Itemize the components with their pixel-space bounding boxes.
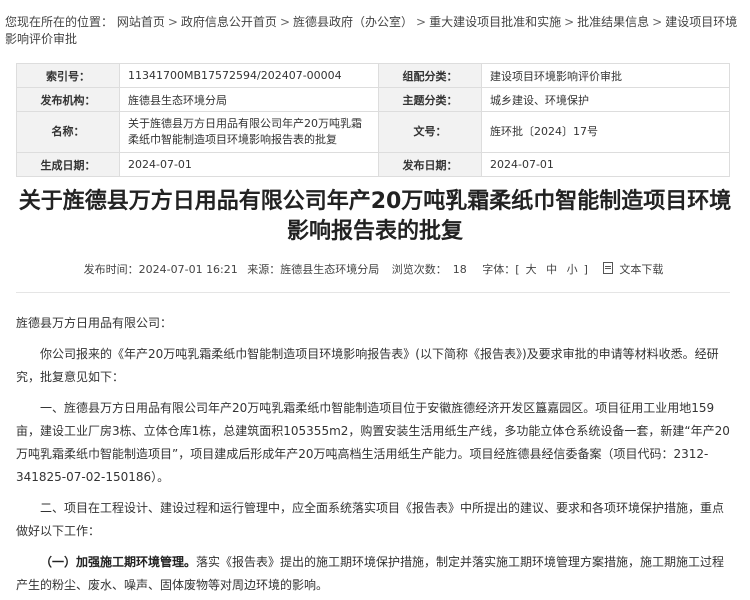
text-download-button[interactable]: 文本下载 xyxy=(600,262,666,276)
published-date-value: 2024-07-01 xyxy=(481,152,730,177)
document-meta-table: 索引号： 11341700MB17572594/202407-00004 组配分… xyxy=(16,63,730,177)
breadcrumb-prefix: 您现在所在的位置： xyxy=(5,15,114,29)
created-date-label: 生成日期： xyxy=(16,152,120,177)
name-value: 关于旌德县万方日用品有限公司年产20万吨乳霜柔纸巾智能制造项目环境影响报告表的批… xyxy=(118,111,380,153)
breadcrumb-separator: > xyxy=(416,15,427,29)
breadcrumb-separator: > xyxy=(167,15,178,29)
body-paragraph: 你公司报来的《年产20万吨乳霜柔纸巾智能制造项目环境影响报告表》(以下简称《报告… xyxy=(16,347,719,384)
breadcrumb-link-county-gov[interactable]: 旌德县政府（办公室） xyxy=(293,15,413,29)
article-body: 旌德县万方日用品有限公司： 你公司报来的《年产20万吨乳霜柔纸巾智能制造项目环境… xyxy=(16,312,730,597)
divider xyxy=(16,292,730,293)
created-date-value: 2024-07-01 xyxy=(118,152,380,177)
article-source: 来源：旌德县生态环境分局 xyxy=(247,263,380,276)
font-size-large-button[interactable]: 大 xyxy=(526,263,537,276)
breadcrumb-separator: > xyxy=(279,15,290,29)
topic-label: 主题分类： xyxy=(378,87,482,112)
meta-row: 索引号： 11341700MB17572594/202407-00004 组配分… xyxy=(16,63,730,88)
view-count-label: 浏览次数： xyxy=(391,263,447,276)
text-download-label: 文本下载 xyxy=(619,263,664,276)
breadcrumb-link-gov-info[interactable]: 政府信息公开首页 xyxy=(181,15,277,29)
breadcrumb-link-approval-results[interactable]: 批准结果信息 xyxy=(577,15,649,29)
topic-value: 城乡建设、环境保护 xyxy=(481,87,730,112)
breadcrumb: 您现在所在的位置： 网站首页 > 政府信息公开首页 > 旌德县政府（办公室） > 重大建设项… xyxy=(5,14,740,48)
docno-value: 旌环批〔2024〕17号 xyxy=(481,111,730,153)
salutation: 旌德县万方日用品有限公司： xyxy=(16,316,173,330)
article-title: 关于旌德县万方日用品有限公司年产20万吨乳霜柔纸巾智能制造项目环境影响报告表的批… xyxy=(18,189,732,244)
category-label: 组配分类： xyxy=(378,63,482,88)
article-info-bar: 发布时间：2024-07-01 16:21 来源：旌德县生态环境分局 浏览次数：… xyxy=(0,261,750,277)
font-size-label: 字体：[ xyxy=(482,263,520,276)
name-label: 名称： xyxy=(16,111,120,153)
meta-row: 名称： 关于旌德县万方日用品有限公司年产20万吨乳霜柔纸巾智能制造项目环境影响报… xyxy=(16,111,730,153)
page: 您现在所在的位置： 网站首页 > 政府信息公开首页 > 旌德县政府（办公室） > 重大建设项… xyxy=(0,0,750,600)
breadcrumb-link-major-projects[interactable]: 重大建设项目批准和实施 xyxy=(429,15,561,29)
breadcrumb-separator: > xyxy=(564,15,575,29)
font-size-small-button[interactable]: 小 xyxy=(567,263,578,276)
document-icon xyxy=(603,262,614,274)
meta-row: 生成日期： 2024-07-01 发布日期： 2024-07-01 xyxy=(16,152,730,177)
font-size-switcher: 字体：[ 大 中 小] xyxy=(479,263,591,276)
docno-label: 文号： xyxy=(378,111,482,153)
body-paragraph: （一）加强施工期环境管理。落实《报告表》提出的施工期环境保护措施，制定并落实施工… xyxy=(16,551,730,597)
section-heading: （一）加强施工期环境管理。 xyxy=(40,555,197,569)
view-count: 浏览次数： 18 xyxy=(389,263,470,276)
meta-row: 发布机构： 旌德县生态环境分局 主题分类： 城乡建设、环境保护 xyxy=(16,87,730,112)
breadcrumb-separator: > xyxy=(652,15,663,29)
publisher-value: 旌德县生态环境分局 xyxy=(118,87,380,112)
body-paragraph: 一、旌德县万方日用品有限公司年产20万吨乳霜柔纸巾智能制造项目位于安徽旌德经济开… xyxy=(16,401,730,484)
breadcrumb-link-home[interactable]: 网站首页 xyxy=(117,15,165,29)
index-label: 索引号： xyxy=(16,63,120,88)
font-size-bracket: ] xyxy=(583,263,588,276)
view-count-value: 18 xyxy=(452,263,467,276)
category-value: 建设项目环境影响评价审批 xyxy=(481,63,730,88)
index-value: 11341700MB17572594/202407-00004 xyxy=(118,63,380,88)
body-paragraph: 二、项目在工程设计、建设过程和运行管理中，应全面系统落实项目《报告表》中所提出的… xyxy=(16,501,725,538)
published-date-label: 发布日期： xyxy=(378,152,482,177)
font-size-medium-button[interactable]: 中 xyxy=(546,263,557,276)
publish-time: 发布时间：2024-07-01 16:21 xyxy=(83,263,238,276)
publisher-label: 发布机构： xyxy=(16,87,120,112)
